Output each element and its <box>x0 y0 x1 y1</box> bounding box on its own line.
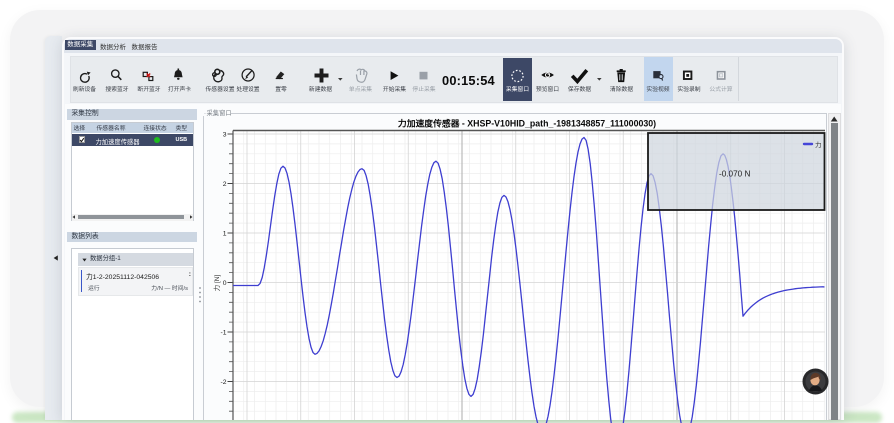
svg-text:1: 1 <box>223 230 227 237</box>
svg-text:力 [N]: 力 [N] <box>212 275 221 292</box>
svg-text:力加速度传感器 - XHSP-V10HID_path_-19: 力加速度传感器 - XHSP-V10HID_path_-1981348857_1… <box>398 118 656 129</box>
svg-text:-2: -2 <box>220 379 226 386</box>
svg-text:2: 2 <box>223 181 227 188</box>
svg-text:力: 力 <box>815 140 822 149</box>
svg-text:采集窗口: 采集窗口 <box>207 108 232 117</box>
svg-text:-1: -1 <box>220 329 226 336</box>
svg-text:-0.070 N: -0.070 N <box>719 170 750 179</box>
svg-text:3: 3 <box>223 131 227 138</box>
svg-text:0: 0 <box>223 280 227 287</box>
